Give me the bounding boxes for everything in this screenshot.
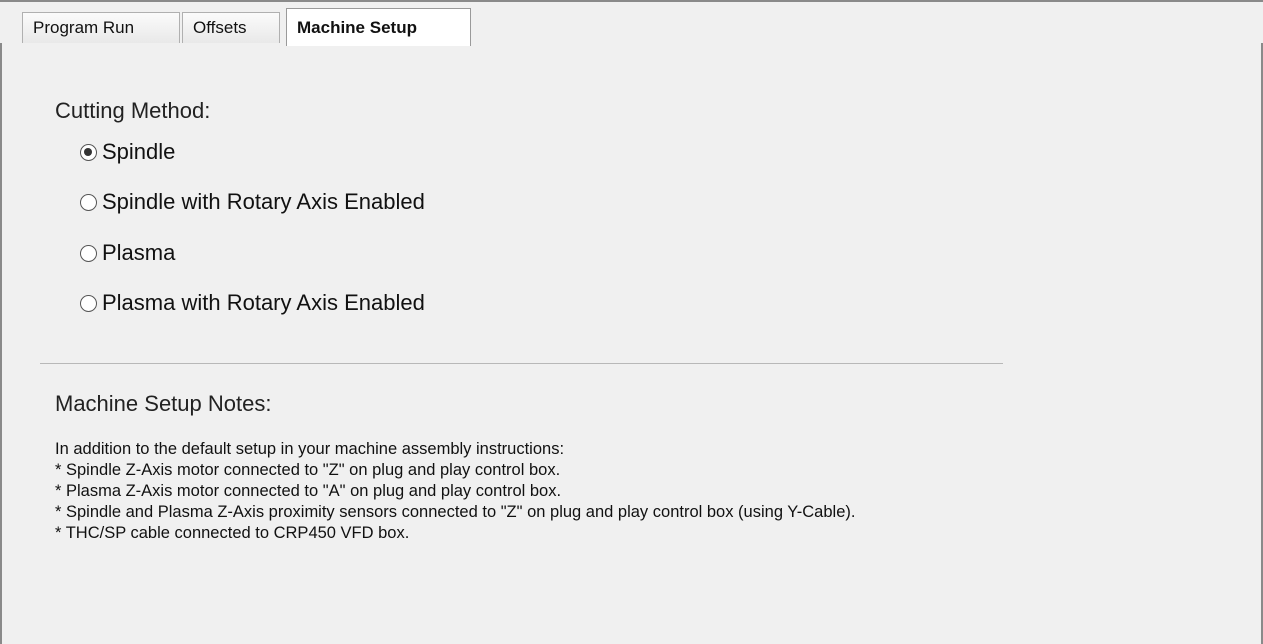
- radio-option-label: Spindle with Rotary Axis Enabled: [102, 189, 425, 214]
- section-divider: [40, 363, 1003, 364]
- radio-option-plasma-rotary[interactable]: Plasma with Rotary Axis Enabled: [80, 288, 425, 318]
- note-line: In addition to the default setup in your…: [55, 440, 565, 458]
- machine-setup-window: Program Run Offsets Machine Setup Cuttin…: [0, 0, 1263, 644]
- note-line: * Spindle and Plasma Z-Axis proximity se…: [55, 503, 856, 521]
- machine-setup-notes: In addition to the default setup in your…: [55, 439, 855, 544]
- radio-unchecked-icon[interactable]: [80, 294, 97, 312]
- radio-option-label: Plasma with Rotary Axis Enabled: [102, 290, 425, 315]
- note-line: * THC/SP cable connected to CRP450 VFD b…: [55, 524, 410, 542]
- tab-machine-setup[interactable]: Machine Setup: [286, 8, 471, 46]
- machine-setup-panel: Cutting Method: Spindle Spindle with Rot…: [0, 43, 1263, 644]
- radio-option-spindle[interactable]: Spindle: [80, 137, 175, 167]
- tab-offsets[interactable]: Offsets: [182, 12, 280, 44]
- radio-option-plasma[interactable]: Plasma: [80, 238, 175, 268]
- radio-option-label: Plasma: [102, 240, 176, 265]
- radio-option-label: Spindle: [102, 139, 176, 164]
- radio-unchecked-icon[interactable]: [80, 244, 97, 262]
- radio-unchecked-icon[interactable]: [80, 193, 97, 211]
- cutting-method-title: Cutting Method:: [55, 98, 211, 123]
- tab-bar: Program Run Offsets Machine Setup: [0, 0, 1263, 46]
- radio-checked-icon[interactable]: [80, 143, 97, 161]
- note-line: * Plasma Z-Axis motor connected to "A" o…: [55, 482, 562, 500]
- radio-option-spindle-rotary[interactable]: Spindle with Rotary Axis Enabled: [80, 187, 425, 217]
- note-line: * Spindle Z-Axis motor connected to "Z" …: [55, 461, 561, 479]
- machine-setup-notes-title: Machine Setup Notes:: [55, 391, 272, 416]
- tab-program-run[interactable]: Program Run: [22, 12, 180, 44]
